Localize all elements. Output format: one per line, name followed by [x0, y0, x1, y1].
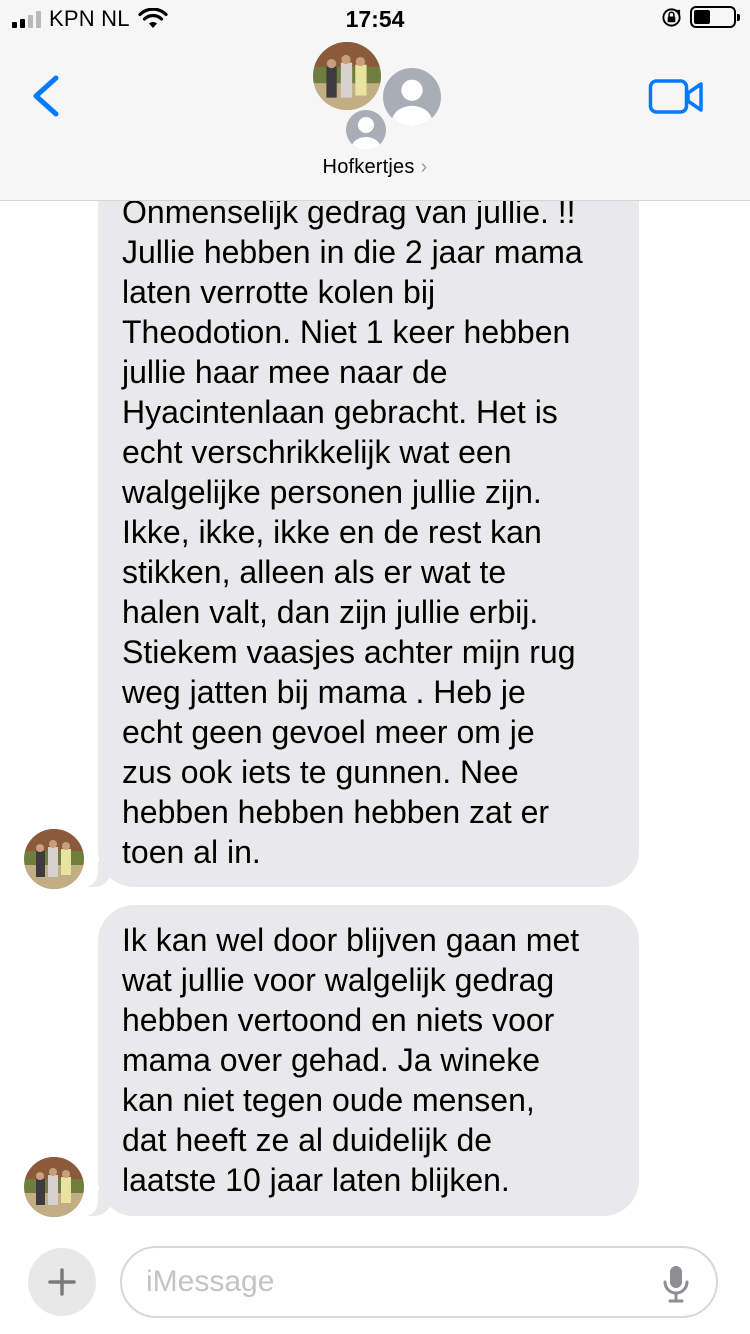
message-input[interactable] — [120, 1246, 718, 1318]
message-bubble[interactable]: Onmenselijk gedrag van jullie. !! Jullie… — [98, 160, 639, 887]
group-name: Hofkertjes — [322, 156, 415, 178]
microphone-icon[interactable] — [662, 1264, 690, 1304]
message-bubble[interactable]: Ik kan wel door blijven gaan met wat jul… — [98, 905, 639, 1216]
compose-bar — [0, 1232, 750, 1334]
sender-avatar[interactable] — [24, 829, 84, 889]
sender-avatar[interactable] — [24, 1157, 84, 1217]
plus-icon — [48, 1268, 76, 1296]
chevron-left-icon[interactable] — [28, 72, 64, 120]
status-bar: KPN NL 17:54 — [0, 0, 750, 40]
orientation-lock-icon — [662, 7, 681, 27]
group-name-link[interactable]: Hofkertjes › — [0, 156, 750, 179]
apps-plus-button[interactable] — [28, 1248, 96, 1316]
clock: 17:54 — [345, 6, 405, 32]
group-avatar-cluster[interactable] — [310, 42, 450, 152]
group-photo-avatar — [313, 42, 381, 110]
person-placeholder-icon — [344, 108, 388, 152]
chevron-right-icon: › — [420, 156, 428, 178]
battery-icon — [690, 6, 740, 28]
video-camera-icon[interactable] — [648, 78, 704, 116]
messages-screen: Onmenselijk gedrag van jullie. !! Jullie… — [0, 0, 750, 1334]
status-bar-right — [661, 6, 740, 28]
person-placeholder-icon — [383, 68, 441, 126]
